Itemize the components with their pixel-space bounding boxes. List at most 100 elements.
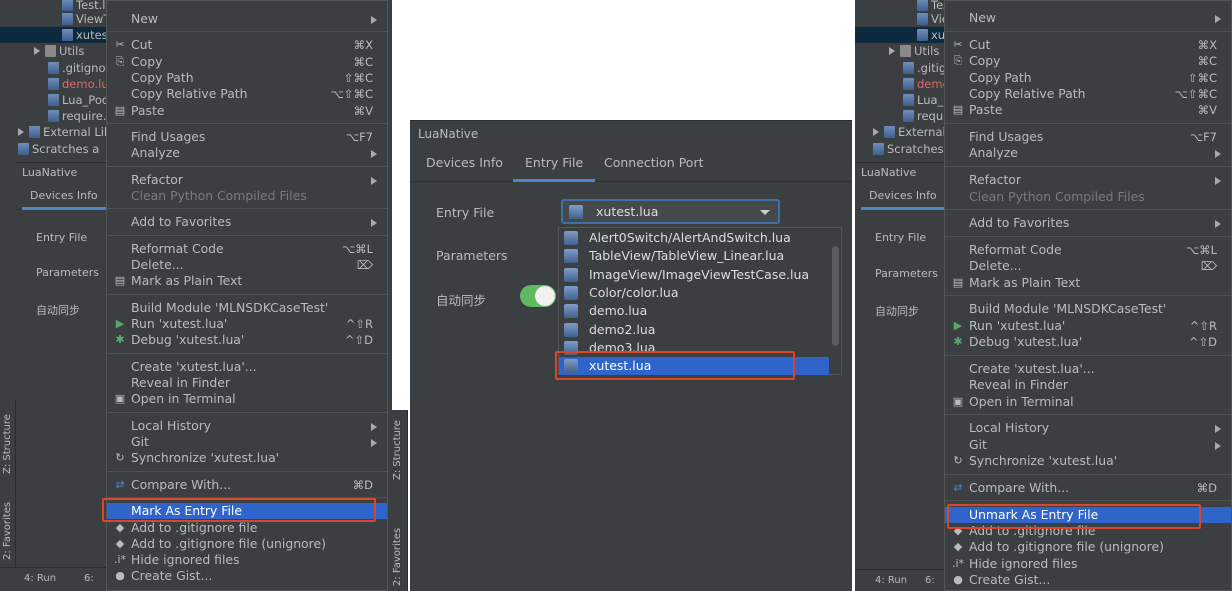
tree-item[interactable]: Utils <box>0 43 110 59</box>
menu-item-reformat-code[interactable]: Reformat Code ⌥⌘L <box>945 242 1231 258</box>
menu-item-paste[interactable]: ▤ Paste ⌘V <box>107 103 387 119</box>
menu-item-cut[interactable]: ✂ Cut ⌘X <box>107 37 387 53</box>
menu-item-git[interactable]: Git <box>107 434 387 450</box>
tree-item[interactable]: External Lib <box>0 124 111 140</box>
menu-item-build-module-mlnsdkcasetest[interactable]: Build Module 'MLNSDKCaseTest' <box>107 300 387 316</box>
dropdown-option[interactable]: TableView/TableView_Linear.lua <box>559 247 829 265</box>
menu-item-create-gist[interactable]: ● Create Gist... <box>107 568 387 584</box>
tree-item[interactable]: .gitigno <box>855 60 960 76</box>
tab-entry-file[interactable]: Entry File <box>513 148 596 182</box>
menu-item-create-xutest-lua[interactable]: Create 'xutest.lua'... <box>945 361 1231 377</box>
tree-item[interactable]: Lua_Poc <box>855 92 963 108</box>
menu-item-delete[interactable]: Delete... ⌦ <box>107 257 387 273</box>
tree-item[interactable]: ViewT <box>0 11 110 27</box>
menu-item-refactor[interactable]: Refactor <box>945 172 1231 188</box>
menu-item-copy-path[interactable]: Copy Path ⇧⌘C <box>107 70 387 86</box>
menu-item-git[interactable]: Git <box>945 437 1231 453</box>
menu-item-synchronize-xutest-lua[interactable]: ↻ Synchronize 'xutest.lua' <box>945 453 1231 469</box>
tree-item[interactable]: Scratches a <box>855 141 954 157</box>
menu-item-debug-xutest-lua[interactable]: ✱ Debug 'xutest.lua' ^⇧D <box>945 334 1231 350</box>
menu-item-label: Copy Relative Path <box>969 85 1086 101</box>
menu-item-reveal-in-finder[interactable]: Reveal in Finder <box>107 375 387 391</box>
dropdown-scrollbar[interactable] <box>832 246 839 346</box>
submenu-arrow-icon <box>371 16 377 24</box>
menu-item-create-gist[interactable]: ● Create Gist... <box>945 572 1231 588</box>
menu-item-create-xutest-lua[interactable]: Create 'xutest.lua'... <box>107 359 387 375</box>
tree-item[interactable]: .gitignor <box>0 60 110 76</box>
menu-item-local-history[interactable]: Local History <box>107 418 387 434</box>
tree-item[interactable]: External Lib <box>855 124 966 140</box>
tree-item[interactable]: require. <box>855 108 962 124</box>
menu-item-add-to-favorites[interactable]: Add to Favorites <box>945 215 1231 231</box>
tab-connection-port[interactable]: Connection Port <box>596 148 711 182</box>
menu-item-copy-relative-path[interactable]: Copy Relative Path ⌥⇧⌘C <box>945 86 1231 102</box>
dropdown-option[interactable]: Color/color.lua <box>559 284 829 302</box>
todo-tab[interactable]: 6: <box>925 570 935 591</box>
menu-item-add-to-gitignore-file-unignore[interactable]: ◆ Add to .gitignore file (unignore) <box>107 536 387 552</box>
menu-item-copy[interactable]: ⎘ Copy ⌘C <box>107 54 387 70</box>
chevron-right-icon[interactable] <box>18 128 24 136</box>
tree-item[interactable]: require.s <box>0 108 113 124</box>
menu-item-add-to-favorites[interactable]: Add to Favorites <box>107 214 387 230</box>
menu-item-find-usages[interactable]: Find Usages ⌥F7 <box>945 129 1231 145</box>
menu-item-new[interactable]: New <box>107 11 387 27</box>
tab-devices-info[interactable]: Devices Info <box>418 148 511 182</box>
dropdown-option[interactable]: ImageView/ImageViewTestCase.lua <box>559 266 829 284</box>
run-xutest-lua-icon: ▶ <box>115 317 125 331</box>
menu-item-mark-as-plain-text[interactable]: ▤ Mark as Plain Text <box>107 273 387 289</box>
tree-item[interactable]: Lua_Pod <box>0 92 110 108</box>
menu-item-analyze[interactable]: Analyze <box>945 145 1231 161</box>
menu-item-reveal-in-finder[interactable]: Reveal in Finder <box>945 377 1231 393</box>
menu-item-open-in-terminal[interactable]: ▣ Open in Terminal <box>945 394 1231 410</box>
run-tab[interactable]: 4: Run <box>875 570 907 591</box>
menu-item-local-history[interactable]: Local History <box>945 420 1231 436</box>
menu-item-copy-relative-path[interactable]: Copy Relative Path ⌥⇧⌘C <box>107 86 387 102</box>
tab-devices-info[interactable]: Devices Info <box>22 182 106 210</box>
chevron-right-icon[interactable] <box>889 47 895 55</box>
menu-item-run-xutest-lua[interactable]: ▶ Run 'xutest.lua' ^⇧R <box>945 318 1231 334</box>
tree-item[interactable]: xute <box>855 27 957 43</box>
menu-item-reformat-code[interactable]: Reformat Code ⌥⌘L <box>107 241 387 257</box>
menu-item-copy[interactable]: ⎘ Copy ⌘C <box>945 53 1231 69</box>
chevron-right-icon[interactable] <box>34 47 40 55</box>
menu-item-delete[interactable]: Delete... ⌦ <box>945 258 1231 274</box>
tab-favorites[interactable]: 2: Favorites <box>392 528 403 586</box>
chevron-right-icon[interactable] <box>873 128 879 136</box>
menu-item-find-usages[interactable]: Find Usages ⌥F7 <box>107 129 387 145</box>
menu-item-compare-with[interactable]: ⇄ Compare With... ⌘D <box>945 480 1231 496</box>
auto-sync-toggle[interactable] <box>520 285 556 307</box>
dropdown-option[interactable]: demo.lua <box>559 302 829 320</box>
menu-item-add-to-gitignore-file-unignore[interactable]: ◆ Add to .gitignore file (unignore) <box>945 539 1231 555</box>
menu-item-open-in-terminal[interactable]: ▣ Open in Terminal <box>107 391 387 407</box>
todo-tab[interactable]: 6: <box>84 568 94 590</box>
menu-item-mark-as-plain-text[interactable]: ▤ Mark as Plain Text <box>945 275 1231 291</box>
tree-item[interactable]: demo.lu <box>855 76 964 92</box>
tab-devices-info[interactable]: Devices Info <box>861 182 945 210</box>
tab-structure[interactable]: Z: Structure <box>2 414 13 474</box>
menu-item-new[interactable]: New <box>945 10 1231 26</box>
menu-item-cut[interactable]: ✂ Cut ⌘X <box>945 37 1231 53</box>
menu-item-paste[interactable]: ▤ Paste ⌘V <box>945 102 1231 118</box>
menu-item-debug-xutest-lua[interactable]: ✱ Debug 'xutest.lua' ^⇧D <box>107 332 387 348</box>
tab-structure[interactable]: Z: Structure <box>392 420 403 480</box>
menu-separator <box>945 354 1231 356</box>
menu-item-synchronize-xutest-lua[interactable]: ↻ Synchronize 'xutest.lua' <box>107 450 387 466</box>
dropdown-option[interactable]: Alert0Switch/AlertAndSwitch.lua <box>559 229 829 247</box>
menu-item-hide-ignored-files[interactable]: .i* Hide ignored files <box>945 556 1231 572</box>
menu-item-hide-ignored-files[interactable]: .i* Hide ignored files <box>107 552 387 568</box>
tree-item[interactable]: Scratches a <box>0 141 110 157</box>
tree-item[interactable]: xutes <box>0 27 110 43</box>
menu-item-build-module-mlnsdkcasetest[interactable]: Build Module 'MLNSDKCaseTest' <box>945 301 1231 317</box>
entry-file-combo[interactable]: xutest.lua <box>561 199 780 224</box>
menu-item-compare-with[interactable]: ⇄ Compare With... ⌘D <box>107 477 387 493</box>
tab-favorites[interactable]: 2: Favorites <box>2 502 13 560</box>
tree-item[interactable]: Utils <box>855 43 947 59</box>
menu-item-run-xutest-lua[interactable]: ▶ Run 'xutest.lua' ^⇧R <box>107 316 387 332</box>
tree-item[interactable]: demo.lua <box>0 76 116 92</box>
menu-item-copy-path[interactable]: Copy Path ⇧⌘C <box>945 70 1231 86</box>
menu-item-refactor[interactable]: Refactor <box>107 172 387 188</box>
menu-item-analyze[interactable]: Analyze <box>107 145 387 161</box>
dropdown-option[interactable]: demo2.lua <box>559 321 829 339</box>
run-tab[interactable]: 4: Run <box>24 568 56 590</box>
tree-item[interactable]: View <box>855 11 958 27</box>
